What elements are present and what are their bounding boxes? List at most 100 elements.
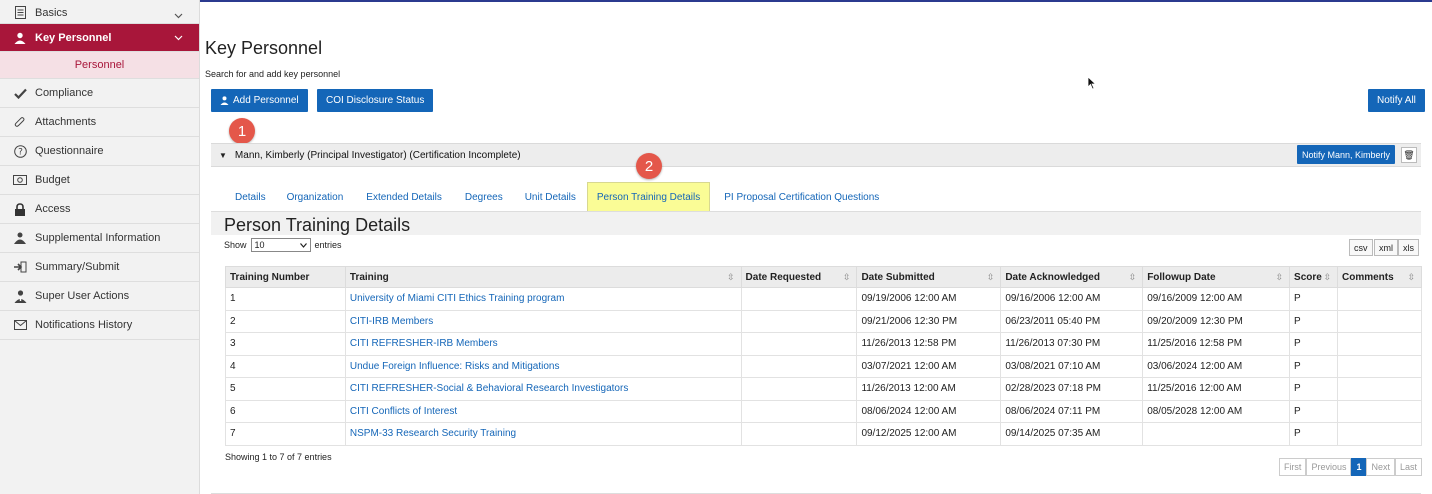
paperclip-icon	[13, 115, 27, 129]
table-cell	[740, 287, 858, 311]
tab-person-training-details[interactable]: Person Training Details	[586, 182, 711, 212]
sidebar-item-label: Supplemental Information	[35, 232, 161, 244]
sort-icon: ⇳	[1275, 271, 1284, 282]
export-xls-button[interactable]: xls	[1398, 239, 1419, 256]
caret-down-icon[interactable]: ▼	[219, 151, 227, 160]
table-row: 5 CITI REFRESHER-Social & Behavioral Rese…	[225, 377, 1422, 401]
sidebar-item-attachments[interactable]: Attachments	[0, 108, 199, 137]
coi-disclosure-status-button[interactable]: COI Disclosure Status	[317, 89, 434, 112]
sidebar-item-questionnaire[interactable]: ? Questionnaire	[0, 137, 199, 166]
column-header[interactable]: Training Number	[225, 266, 346, 288]
column-header[interactable]: Date Requested ⇳	[740, 266, 858, 288]
person-header[interactable]: ▼ Mann, Kimberly (Principal Investigator…	[211, 143, 1421, 167]
table-row: 1 University of Miami CITI Ethics Trainin…	[225, 287, 1422, 311]
training-link[interactable]: CITI-IRB Members	[344, 309, 742, 333]
notify-person-button[interactable]: Notify Mann, Kimberly	[1296, 145, 1395, 164]
page-1-button[interactable]: 1	[1351, 458, 1367, 476]
column-header[interactable]: Training ⇳	[344, 266, 742, 288]
svg-text:?: ?	[18, 147, 23, 157]
entries-select-value: 10	[254, 240, 265, 250]
sidebar-item-label: Budget	[35, 174, 70, 186]
table-cell	[1337, 422, 1422, 446]
tab-extended-details[interactable]: Extended Details	[354, 182, 454, 212]
user-tie-icon	[13, 289, 27, 303]
table-cell	[1337, 399, 1422, 423]
table-cell: 09/16/2009 12:00 AM	[1142, 287, 1291, 311]
document-icon	[13, 6, 27, 20]
table-cell: 11/25/2016 12:58 PM	[1142, 332, 1291, 356]
person-icon	[13, 31, 27, 45]
table-info: Showing 1 to 7 of 7 entries	[225, 452, 332, 462]
trash-icon[interactable]: 🗑	[1401, 147, 1417, 163]
export-csv-button[interactable]: csv	[1349, 239, 1373, 256]
column-header[interactable]: Score ⇳	[1289, 266, 1338, 288]
table-cell: 08/05/2028 12:00 AM	[1142, 399, 1291, 423]
tab-unit-details[interactable]: Unit Details	[514, 182, 587, 212]
table-cell: P	[1289, 354, 1338, 378]
sidebar-item-label: Summary/Submit	[35, 261, 120, 273]
sidebar-item-personnel[interactable]: Personnel	[0, 52, 199, 79]
first-page-button[interactable]: First	[1278, 458, 1307, 476]
column-header[interactable]: Date Acknowledged ⇳	[1000, 266, 1144, 288]
sidebar-item-basics[interactable]: Basics	[0, 2, 199, 24]
training-link[interactable]: CITI REFRESHER-Social & Behavioral Resea…	[344, 377, 742, 401]
add-personnel-label: Add Personnel	[233, 95, 299, 106]
export-xml-button[interactable]: xml	[1374, 239, 1398, 256]
table-header-row: Training Number Training ⇳ Date Requested…	[225, 266, 1422, 288]
training-link[interactable]: University of Miami CITI Ethics Training…	[344, 287, 742, 311]
notify-all-button[interactable]: Notify All	[1368, 89, 1425, 112]
table-cell: 03/07/2021 12:00 AM	[856, 354, 1002, 378]
table-cell	[1337, 309, 1422, 333]
table-cell: 2	[225, 309, 346, 333]
person-name: Mann, Kimberly (Principal Investigator) …	[234, 149, 521, 161]
table-cell: 11/26/2013 07:30 PM	[1000, 332, 1144, 356]
next-page-button[interactable]: Next	[1366, 458, 1395, 476]
sidebar-item-access[interactable]: Access	[0, 195, 199, 224]
sidebar-item-notifications-history[interactable]: Notifications History	[0, 311, 199, 340]
table-cell: 09/12/2025 12:00 AM	[856, 422, 1002, 446]
table-cell	[740, 377, 858, 401]
training-link[interactable]: NSPM-33 Research Security Training	[344, 422, 742, 446]
add-personnel-button[interactable]: Add Personnel	[211, 89, 308, 112]
training-link[interactable]: Undue Foreign Influence: Risks and Mitig…	[344, 354, 742, 378]
table-cell	[1337, 354, 1422, 378]
page-title: Key Personnel	[205, 38, 323, 58]
tab-pi-proposal-certification-questions[interactable]: PI Proposal Certification Questions	[710, 182, 893, 212]
column-header[interactable]: Comments ⇳	[1337, 266, 1422, 288]
table-cell	[740, 332, 858, 356]
table-cell: 09/14/2025 07:35 AM	[1000, 422, 1144, 446]
coi-disclosure-status-label: COI Disclosure Status	[326, 95, 425, 106]
entries-select[interactable]: 10	[250, 238, 311, 252]
column-header[interactable]: Followup Date ⇳	[1142, 266, 1291, 288]
entries-length-control: Show 10 entries	[224, 238, 342, 252]
sidebar-item-compliance[interactable]: Compliance	[0, 79, 199, 108]
group-icon	[13, 231, 27, 245]
person-icon	[220, 96, 229, 105]
table-cell: 11/26/2013 12:58 PM	[856, 332, 1002, 356]
sidebar-item-label: Attachments	[35, 116, 97, 128]
table-cell: 09/19/2006 12:00 AM	[856, 287, 1002, 311]
training-link[interactable]: CITI Conflicts of Interest	[344, 399, 742, 423]
sidebar-item-label: Key Personnel	[35, 31, 112, 44]
sidebar-item-supplemental-information[interactable]: Supplemental Information	[0, 224, 199, 253]
table-cell	[740, 399, 858, 423]
last-page-button[interactable]: Last	[1394, 458, 1422, 476]
training-link[interactable]: CITI REFRESHER-IRB Members	[344, 332, 742, 356]
column-header[interactable]: Date Submitted ⇳	[856, 266, 1002, 288]
section-title: Person Training Details	[224, 215, 411, 235]
main-content: Key Personnel Search for and add key per…	[200, 2, 1432, 494]
previous-page-button[interactable]: Previous	[1306, 458, 1352, 476]
tab-details[interactable]: Details	[225, 182, 276, 212]
sidebar-item-summary-submit[interactable]: Summary/Submit	[0, 253, 199, 282]
tab-degrees[interactable]: Degrees	[454, 182, 514, 212]
table-row: 2 CITI-IRB Members 09/21/2006 12:30 PM 06/2…	[225, 309, 1422, 333]
sidebar-item-budget[interactable]: Budget	[0, 166, 199, 195]
sidebar-item-super-user-actions[interactable]: Super User Actions	[0, 282, 199, 311]
tab-organization[interactable]: Organization	[276, 182, 355, 212]
table-cell: 5	[225, 377, 346, 401]
sort-icon: ⇳	[1128, 271, 1137, 282]
table-cell	[1337, 332, 1422, 356]
table-cell	[740, 309, 858, 333]
table-cell: 09/20/2009 12:30 PM	[1142, 309, 1291, 333]
sidebar-item-key-personnel[interactable]: Key Personnel	[0, 24, 199, 52]
